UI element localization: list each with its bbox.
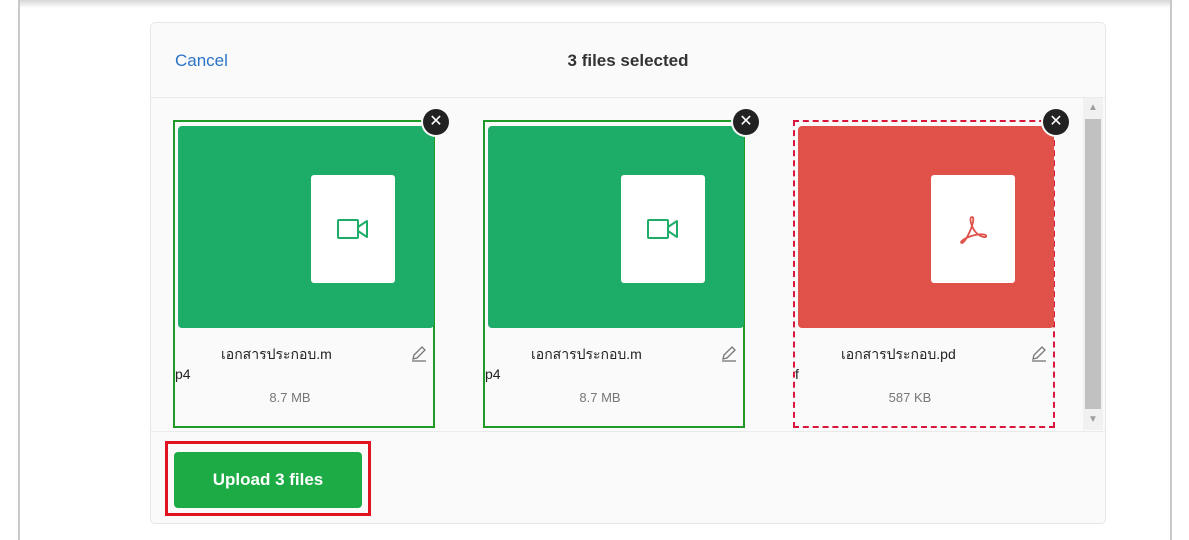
- dialog-title: 3 files selected: [567, 51, 689, 70]
- file-size: 8.7 MB: [579, 390, 621, 405]
- file-name-line1: เอกสารประกอบ.m: [531, 346, 642, 362]
- file-size: 587 KB: [888, 390, 932, 405]
- close-icon: ✕: [739, 113, 753, 130]
- pencil-icon[interactable]: [410, 344, 428, 362]
- file-thumbnail: [178, 126, 434, 328]
- window-top-edge: [18, 0, 1172, 8]
- pencil-icon[interactable]: [720, 344, 738, 362]
- pdf-icon: [960, 216, 988, 244]
- file-name-line2: f: [795, 366, 799, 382]
- upload-dialog: Cancel 3 files selected เอกสารประกอบ.m p…: [150, 22, 1106, 524]
- file-name-line2: p4: [175, 366, 191, 382]
- file-tile-error: เอกสารประกอบ.pd f 587 KB: [793, 120, 1055, 428]
- upload-files-button[interactable]: Upload 3 files: [174, 452, 362, 508]
- file-type-card: [621, 175, 705, 283]
- dialog-footer: Upload 3 files: [151, 431, 1105, 525]
- file-name-line1: เอกสารประกอบ.pd: [841, 346, 956, 362]
- window-right-edge: [1170, 0, 1172, 540]
- video-camera-icon: [337, 219, 368, 239]
- remove-file-button[interactable]: ✕: [423, 109, 449, 135]
- remove-file-button[interactable]: ✕: [1043, 109, 1069, 135]
- file-size: 8.7 MB: [269, 390, 311, 405]
- dialog-header: Cancel 3 files selected: [151, 23, 1105, 98]
- file-grid[interactable]: เอกสารประกอบ.m p4 8.7 MB ✕ เอกสารประกอบ.…: [151, 98, 1105, 430]
- file-thumbnail: [488, 126, 744, 328]
- file-name-line2: p4: [485, 366, 501, 382]
- scroll-down-arrow-icon[interactable]: ▼: [1083, 410, 1103, 430]
- close-icon: ✕: [1049, 113, 1063, 130]
- close-icon: ✕: [429, 113, 443, 130]
- scroll-thumb[interactable]: [1085, 119, 1101, 409]
- file-tile: เอกสารประกอบ.m p4 8.7 MB: [483, 120, 745, 428]
- file-thumbnail: [798, 126, 1054, 328]
- file-name: เอกสารประกอบ.pd f: [795, 344, 1051, 384]
- file-type-card: [311, 175, 395, 283]
- scroll-up-arrow-icon[interactable]: ▲: [1083, 98, 1103, 118]
- pencil-icon[interactable]: [1030, 344, 1048, 362]
- file-name: เอกสารประกอบ.m p4: [485, 344, 741, 384]
- window-left-edge: [18, 0, 20, 540]
- file-type-card: [931, 175, 1015, 283]
- remove-file-button[interactable]: ✕: [733, 109, 759, 135]
- file-grid-scrollbar[interactable]: ▲ ▼: [1083, 98, 1103, 430]
- video-camera-icon: [647, 219, 678, 239]
- file-tile: เอกสารประกอบ.m p4 8.7 MB: [173, 120, 435, 428]
- file-name: เอกสารประกอบ.m p4: [175, 344, 431, 384]
- file-name-line1: เอกสารประกอบ.m: [221, 346, 332, 362]
